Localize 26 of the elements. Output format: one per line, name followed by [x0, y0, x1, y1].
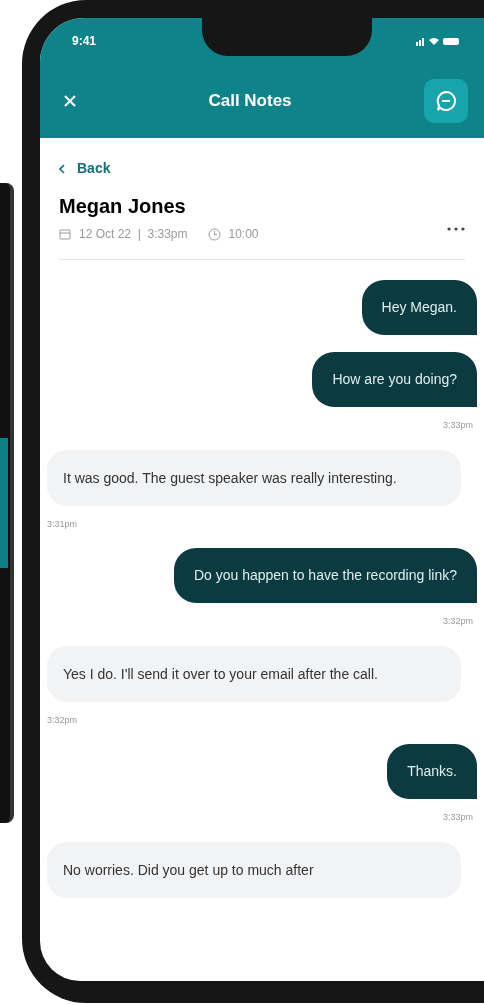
message-bubble: Do you happen to have the recording link?: [173, 548, 477, 603]
message-bubble: Yes I do. I'll send it over to your email after the call.: [47, 645, 461, 702]
message-bubble: Hey Megan.: [361, 280, 477, 335]
message-time: 3:32pm: [47, 713, 78, 727]
close-icon[interactable]: [64, 95, 76, 107]
message-time: 3:33pm: [442, 419, 474, 432]
contact-name: Megan Jones: [59, 194, 187, 219]
more-icon[interactable]: [447, 227, 465, 231]
clock-icon: [207, 227, 221, 241]
calendar-icon: [59, 228, 71, 240]
message-bubble: No worries. Did you get up to much after: [47, 841, 461, 898]
call-duration: 10:00: [228, 226, 259, 243]
message-bubble: It was good. The guest speaker was really interesting.: [47, 449, 461, 506]
message-bubble: How are you doing?: [312, 352, 477, 407]
status-icons: [416, 36, 460, 46]
status-time: 9:41: [72, 33, 97, 50]
header-title: Call Notes: [208, 90, 292, 113]
message-bubble: Thanks.: [387, 744, 477, 799]
message-time: 3:33pm: [442, 811, 474, 824]
chevron-left-icon: [59, 163, 65, 174]
chat-bubble-icon: [434, 89, 458, 113]
call-date: 12 Oct 22 | 3:33pm: [79, 226, 188, 243]
message-time: 3:31pm: [47, 517, 78, 531]
chat-button[interactable]: [424, 79, 468, 123]
message-time: 3:32pm: [442, 615, 474, 628]
back-link[interactable]: Back: [47, 158, 111, 179]
